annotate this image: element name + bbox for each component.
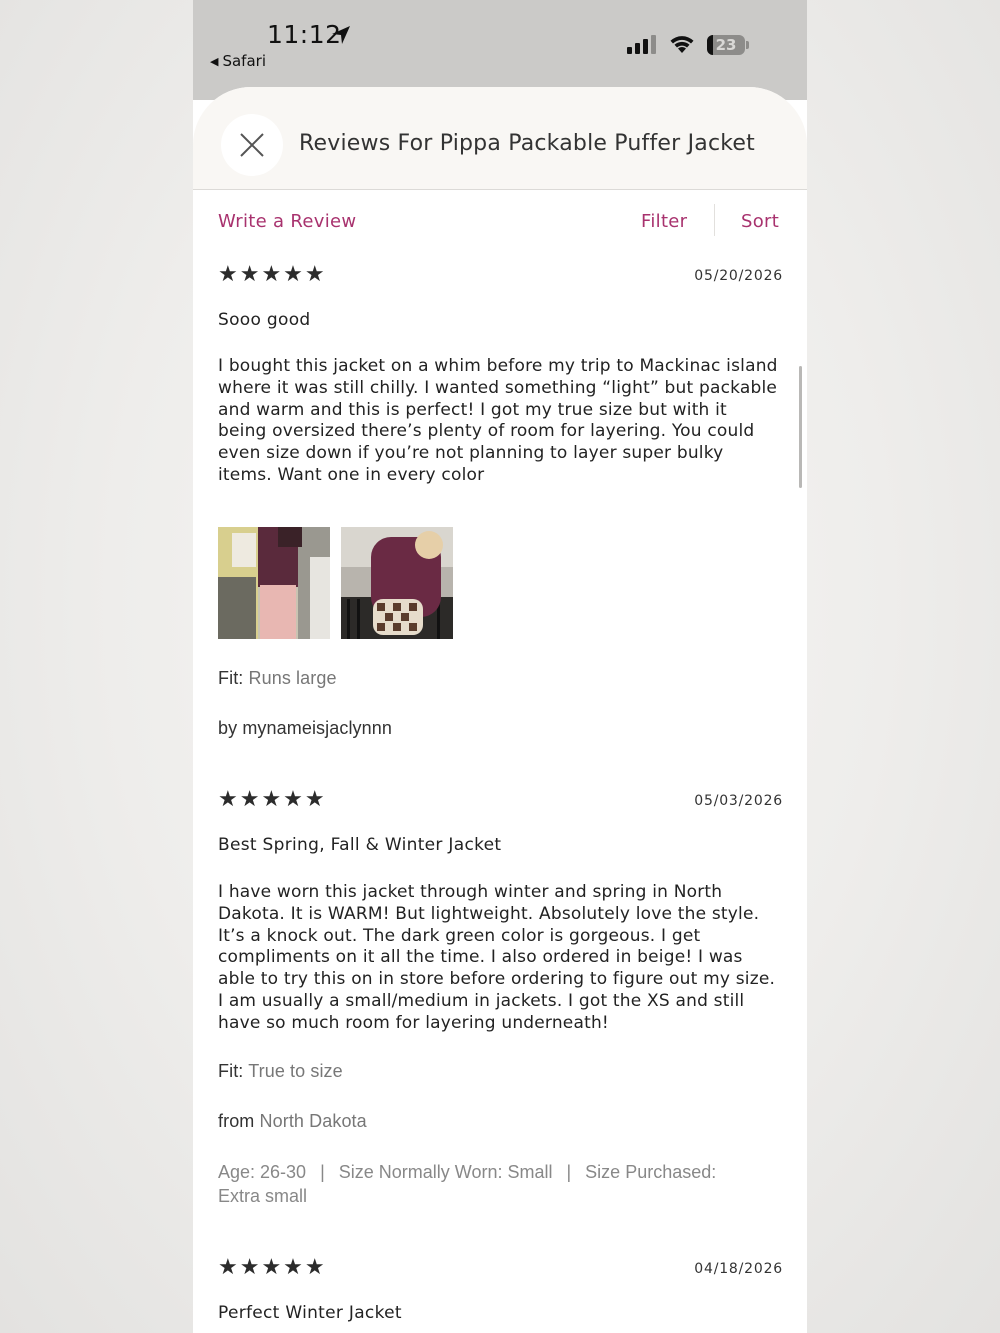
review-fit: Fit: True to size <box>218 1061 343 1082</box>
back-to-safari[interactable]: ◀ Safari <box>210 52 266 70</box>
review-actions-row: Write a Review Filter Sort <box>193 189 807 249</box>
scrollbar[interactable] <box>799 366 802 488</box>
close-icon <box>240 133 264 157</box>
review-date: 05/03/2026 <box>694 793 783 809</box>
review-body: I bought this jacket on a whim before my… <box>218 356 778 485</box>
reviewer-attributes: Age: 26-30 | Size Normally Worn: Small | Siz… <box>218 1160 738 1208</box>
fit-value: Runs large <box>248 668 337 688</box>
review-date: 04/18/2026 <box>694 1261 783 1277</box>
review-author: by mynameisjaclynnn <box>218 718 392 739</box>
star-rating: ★★★★★ <box>218 262 327 287</box>
from-label: from <box>218 1111 255 1131</box>
location-value: North Dakota <box>259 1111 367 1131</box>
fit-label: Fit: <box>218 1061 244 1081</box>
author-name: mynameisjaclynnn <box>242 718 392 738</box>
review-title: Sooo good <box>218 310 311 330</box>
battery-level: 23 <box>715 36 737 54</box>
filter-button[interactable]: Filter <box>641 211 687 232</box>
fit-label: Fit: <box>218 668 244 688</box>
cellular-signal-icon <box>627 35 656 54</box>
review-fit: Fit: Runs large <box>218 668 337 689</box>
battery-icon: 23 <box>707 35 749 55</box>
star-rating: ★★★★★ <box>218 1255 327 1280</box>
back-label: Safari <box>222 52 266 70</box>
fit-value: True to size <box>248 1061 343 1081</box>
sheet-header: Reviews For Pippa Packable Puffer Jacket <box>193 87 807 190</box>
divider <box>714 204 715 236</box>
phone-screen: 11:12 ◀ Safari 23 Reviews For Pippa Pack… <box>193 0 807 1333</box>
write-review-link[interactable]: Write a Review <box>218 211 356 232</box>
sheet-title: Reviews For Pippa Packable Puffer Jacket <box>299 131 755 156</box>
star-rating: ★★★★★ <box>218 787 327 812</box>
reviews-sheet: Reviews For Pippa Packable Puffer Jacket… <box>193 87 807 1333</box>
review-date: 05/20/2026 <box>694 268 783 284</box>
by-label: by <box>218 718 238 738</box>
review-body: I have worn this jacket through winter a… <box>218 882 776 1033</box>
review-title: Best Spring, Fall & Winter Jacket <box>218 835 502 855</box>
attribute-separator: | <box>566 1162 572 1182</box>
review-title: Perfect Winter Jacket <box>218 1303 402 1323</box>
review-photo-thumbnail[interactable] <box>341 527 453 639</box>
review-photos <box>218 527 458 639</box>
status-bar: 11:12 ◀ Safari 23 <box>193 0 807 100</box>
size-worn-attribute: Size Normally Worn: Small <box>338 1162 553 1182</box>
age-attribute: Age: 26-30 <box>218 1162 307 1182</box>
review-photo-thumbnail[interactable] <box>218 527 330 639</box>
review-location: from North Dakota <box>218 1111 367 1132</box>
wifi-icon <box>670 36 694 53</box>
back-arrow-icon: ◀ <box>210 55 219 68</box>
attribute-separator: | <box>320 1162 325 1182</box>
location-arrow-icon <box>332 26 350 44</box>
close-button[interactable] <box>221 114 283 176</box>
sort-button[interactable]: Sort <box>741 211 779 232</box>
